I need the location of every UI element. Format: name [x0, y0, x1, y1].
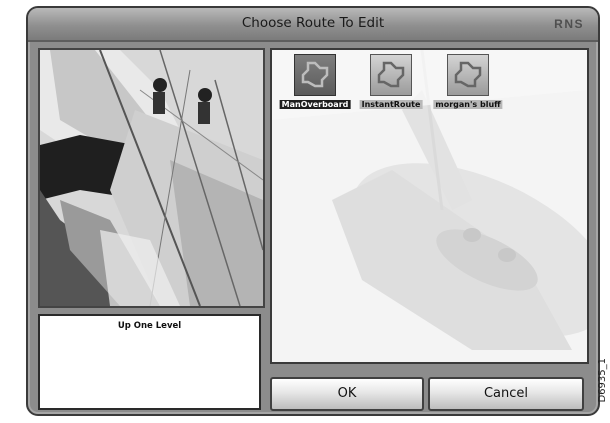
- brand-logo: RNS: [554, 17, 584, 31]
- route-label: InstantRoute: [359, 100, 423, 109]
- route-browser: ManOverboard InstantRoute morgan's bluff: [270, 48, 589, 364]
- route-icon: [447, 54, 489, 96]
- sailing-photo: [38, 48, 265, 308]
- up-one-level-panel[interactable]: Up One Level: [38, 314, 261, 410]
- route-item-manoverboard[interactable]: ManOverboard: [275, 54, 355, 120]
- dialog-title: Choose Route To Edit: [241, 15, 385, 31]
- up-one-level-label: Up One Level: [117, 321, 182, 331]
- route-label: ManOverboard: [279, 100, 351, 109]
- route-icon: [370, 54, 412, 96]
- cancel-button[interactable]: Cancel: [428, 377, 584, 411]
- route-item-instantroute[interactable]: InstantRoute: [351, 54, 431, 120]
- title-bar: Choose Route To Edit RNS: [28, 8, 598, 42]
- route-item-morgans-bluff[interactable]: morgan's bluff: [428, 54, 508, 120]
- route-dialog: Choose Route To Edit RNS Up One Level Ma…: [26, 6, 600, 416]
- route-icon: [294, 54, 336, 96]
- ok-button[interactable]: OK: [270, 377, 424, 411]
- figure-reference: D6935_1: [597, 358, 608, 403]
- route-label: morgan's bluff: [433, 100, 503, 109]
